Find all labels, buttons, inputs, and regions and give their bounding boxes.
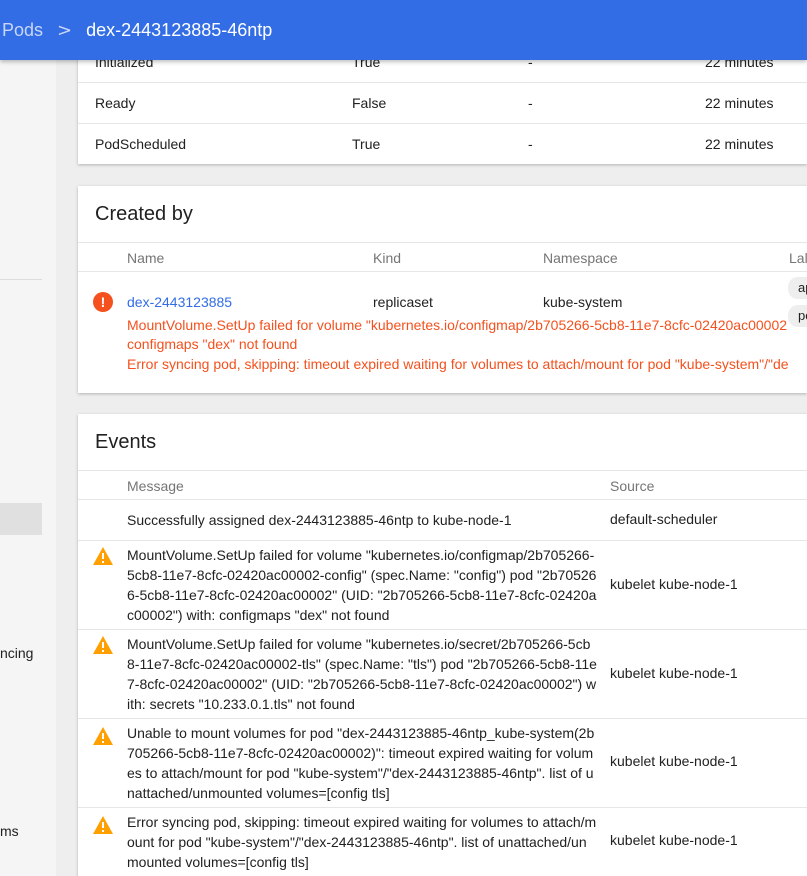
event-message: MountVolume.SetUp failed for volume "kub… [127, 547, 597, 623]
error-icon: ! [93, 292, 113, 312]
event-source: kubelet kube-node-1 [610, 832, 738, 848]
error-message: configmaps "dex" not found [127, 336, 298, 352]
owner-kind: replicaset [373, 294, 433, 310]
warning-icon [93, 547, 113, 565]
error-message: Error syncing pod, skipping: timeout exp… [127, 356, 789, 372]
condition-age: 22 minutes [705, 136, 774, 152]
event-row: MountVolume.SetUp failed for volume "kub… [78, 540, 807, 629]
column-header-labels[interactable]: Lal [789, 250, 807, 266]
condition-type: Ready [95, 95, 136, 111]
label-chip: ap [788, 277, 807, 299]
table-row: Ready False - 22 minutes [78, 82, 807, 123]
table-row: ! dex-2443123885 replicaset kube-system … [78, 271, 807, 393]
event-source: kubelet kube-node-1 [610, 576, 738, 592]
event-message: Error syncing pod, skipping: timeout exp… [127, 814, 597, 870]
breadcrumb-current: dex-2443123885-46ntp [86, 19, 273, 40]
column-header-kind[interactable]: Kind [373, 250, 401, 266]
condition-status: True [352, 136, 381, 152]
breadcrumb-separator: > [57, 19, 73, 41]
column-header-message[interactable]: Message [127, 478, 184, 494]
warning-icon [93, 727, 113, 745]
table-header: Message Source [78, 470, 807, 500]
event-row: Error syncing pod, skipping: timeout exp… [78, 807, 807, 876]
table-header: Name Kind Namespace Lal [78, 242, 807, 272]
column-header-namespace[interactable]: Namespace [543, 250, 618, 266]
sidenav-item-partial[interactable]: ncing [0, 645, 33, 661]
event-source: default-scheduler [610, 511, 718, 527]
sidenav-divider [0, 279, 42, 280]
error-message: MountVolume.SetUp failed for volume "kub… [127, 317, 788, 333]
column-header-source[interactable]: Source [610, 478, 654, 494]
warning-icon [93, 636, 113, 654]
condition-status: False [352, 95, 387, 111]
condition-reason: - [528, 95, 533, 111]
warning-icon [93, 816, 113, 834]
condition-reason: - [528, 136, 533, 152]
created-by-title: Created by [95, 202, 193, 225]
column-header-name[interactable]: Name [127, 250, 164, 266]
events-card: Events Message Source Successfully assig… [78, 414, 807, 876]
events-title: Events [95, 430, 157, 453]
created-by-card: Created by Name Kind Namespace Lal ! dex… [78, 186, 807, 393]
event-row: MountVolume.SetUp failed for volume "kub… [78, 629, 807, 718]
event-message: MountVolume.SetUp failed for volume "kub… [127, 636, 597, 712]
event-row: Unable to mount volumes for pod "dex-244… [78, 718, 807, 807]
side-nav: ncing ms [0, 60, 56, 876]
owner-name-link[interactable]: dex-2443123885 [127, 294, 232, 310]
event-row: Successfully assigned dex-2443123885-46n… [78, 499, 807, 540]
owner-namespace: kube-system [543, 294, 623, 310]
table-row: PodScheduled True - 22 minutes [78, 123, 807, 164]
event-message: Successfully assigned dex-2443123885-46n… [127, 512, 512, 528]
breadcrumb-pods[interactable]: Pods [2, 20, 43, 41]
event-source: kubelet kube-node-1 [610, 753, 738, 769]
event-message: Unable to mount volumes for pod "dex-244… [127, 725, 595, 801]
sidenav-active-item[interactable] [0, 503, 42, 535]
condition-age: 22 minutes [705, 95, 774, 111]
top-bar: Pods > dex-2443123885-46ntp [0, 0, 807, 60]
sidenav-item-partial[interactable]: ms [0, 823, 19, 839]
label-chip: po [788, 305, 807, 327]
event-source: kubelet kube-node-1 [610, 665, 738, 681]
condition-type: PodScheduled [95, 136, 187, 152]
